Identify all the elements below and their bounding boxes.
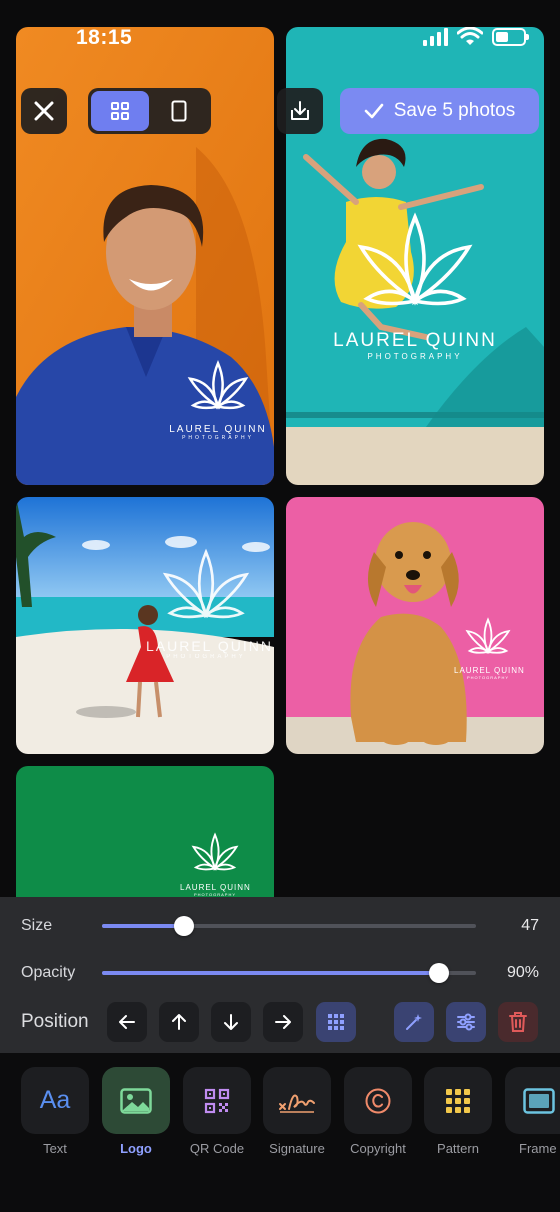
opacity-slider-fill xyxy=(102,971,439,975)
size-label: Size xyxy=(21,917,53,934)
tool-frame-label: Frame xyxy=(519,1141,557,1156)
wifi-icon xyxy=(457,27,483,45)
flower-logo-icon xyxy=(187,360,249,410)
tool-logo-icon-box xyxy=(102,1067,170,1134)
move-left-button[interactable] xyxy=(107,1002,147,1042)
tool-text-icon-box: Aa xyxy=(21,1067,89,1134)
close-button[interactable] xyxy=(21,88,67,134)
arrow-down-icon xyxy=(224,1014,238,1030)
adjust-settings-button[interactable] xyxy=(446,1002,486,1042)
tool-signature[interactable]: Signature xyxy=(263,1067,331,1156)
tool-pattern-label: Pattern xyxy=(437,1141,479,1156)
qr-code-icon xyxy=(204,1088,230,1113)
tool-frame-icon-box xyxy=(505,1067,560,1134)
tool-text[interactable]: Aa Text xyxy=(21,1067,89,1156)
watermark-name: LAUREL QUINN xyxy=(454,666,525,675)
watermark-logo: LAUREL QUINN PHOTOGRAPHY xyxy=(180,830,250,897)
tool-qr-code[interactable]: QR Code xyxy=(183,1067,251,1156)
size-value: 47 xyxy=(521,917,539,934)
tool-pattern[interactable]: Pattern xyxy=(424,1067,492,1156)
watermark-logo: LAUREL QUINN PHOTOGRAPHY xyxy=(454,615,525,680)
tool-qr-code-label: QR Code xyxy=(189,1141,245,1156)
position-grid-button[interactable] xyxy=(316,1002,356,1042)
tool-signature-icon-box xyxy=(263,1067,331,1134)
photo-thumbnail-beach[interactable]: LAUREL QUINN PHOTOGRAPHY xyxy=(16,497,274,754)
battery-icon xyxy=(492,28,529,46)
status-icons xyxy=(423,27,529,47)
photo-thumbnail-dog[interactable]: LAUREL QUINN PHOTOGRAPHY xyxy=(286,497,544,754)
frame-icon xyxy=(523,1087,555,1114)
tool-logo[interactable]: Logo xyxy=(102,1067,170,1156)
flower-logo-icon xyxy=(357,212,473,306)
arrow-up-icon xyxy=(172,1014,186,1030)
watermark-name: LAUREL QUINN xyxy=(180,883,251,892)
save-button-label: Save 5 photos xyxy=(393,100,516,121)
tool-copyright[interactable]: Copyright xyxy=(344,1067,412,1156)
text-aa-icon: Aa xyxy=(39,1086,71,1114)
watermark-type-toolbar: Aa Text Logo QR Code Signature Copyright… xyxy=(0,1053,560,1212)
opacity-slider[interactable] xyxy=(102,963,476,983)
tool-logo-label: Logo xyxy=(120,1141,152,1156)
flower-logo-icon xyxy=(162,548,250,619)
watermark-name: LAUREL QUINN xyxy=(146,638,273,654)
cellular-signal-icon xyxy=(423,28,448,46)
watermark-logo: LAUREL QUINN PHOTOGRAPHY xyxy=(316,205,514,361)
dot-grid-icon xyxy=(328,1014,344,1030)
view-mode-toggle xyxy=(88,88,211,134)
watermark-subtitle: PHOTOGRAPHY xyxy=(182,435,254,441)
flower-logo-icon xyxy=(465,617,511,655)
watermark-name: LAUREL QUINN xyxy=(333,330,497,351)
opacity-value: 90% xyxy=(506,964,539,981)
status-time: 18:15 xyxy=(76,26,133,49)
auto-magic-button[interactable] xyxy=(394,1002,434,1042)
tool-qr-icon-box xyxy=(183,1067,251,1134)
tool-copyright-label: Copyright xyxy=(350,1141,406,1156)
opacity-slider-thumb[interactable] xyxy=(428,963,449,983)
signature-icon xyxy=(279,1094,315,1113)
delete-button[interactable] xyxy=(498,1002,538,1042)
image-icon xyxy=(120,1087,152,1114)
position-label: Position xyxy=(21,1011,89,1032)
tool-signature-label: Signature xyxy=(269,1141,325,1156)
watermark-logo: LAUREL QUINN PHOTOGRAPHY xyxy=(168,357,268,441)
tool-text-label: Text xyxy=(43,1141,67,1156)
watermark-subtitle: PHOTOGRAPHY xyxy=(367,352,463,361)
magic-wand-icon xyxy=(406,1014,422,1030)
download-icon xyxy=(291,101,309,120)
flower-logo-icon xyxy=(191,832,239,871)
pattern-grid-icon xyxy=(446,1088,470,1113)
move-right-button[interactable] xyxy=(263,1002,303,1042)
size-slider-fill xyxy=(102,924,185,928)
photo-thumbnail-green[interactable]: LAUREL QUINN PHOTOGRAPHY xyxy=(16,766,274,916)
checkmark-icon xyxy=(364,103,384,119)
grid-icon xyxy=(110,102,129,120)
download-button[interactable] xyxy=(277,88,323,134)
size-slider[interactable] xyxy=(102,916,476,936)
save-photos-button[interactable]: Save 5 photos xyxy=(340,88,539,134)
tool-frame[interactable]: Frame xyxy=(505,1067,560,1156)
trash-icon xyxy=(509,1012,527,1032)
arrow-left-icon xyxy=(119,1015,135,1029)
sliders-icon xyxy=(457,1013,475,1031)
grid-view-button[interactable] xyxy=(91,91,149,131)
watermark-subtitle: PHOTOGRAPHY xyxy=(166,654,246,660)
status-bar: 18:15 xyxy=(0,0,560,50)
watermark-logo: LAUREL QUINN PHOTOGRAPHY xyxy=(146,543,273,660)
arrow-right-icon xyxy=(275,1015,291,1029)
watermark-name: LAUREL QUINN xyxy=(169,424,267,435)
tool-copyright-icon-box xyxy=(344,1067,412,1134)
single-page-icon xyxy=(171,100,187,122)
opacity-label: Opacity xyxy=(21,964,76,981)
watermark-subtitle: PHOTOGRAPHY xyxy=(466,675,510,680)
move-up-button[interactable] xyxy=(159,1002,199,1042)
single-view-button[interactable] xyxy=(151,91,209,131)
copyright-icon xyxy=(365,1088,391,1113)
move-down-button[interactable] xyxy=(211,1002,251,1042)
close-icon xyxy=(34,101,54,121)
tool-pattern-icon-box xyxy=(424,1067,492,1134)
